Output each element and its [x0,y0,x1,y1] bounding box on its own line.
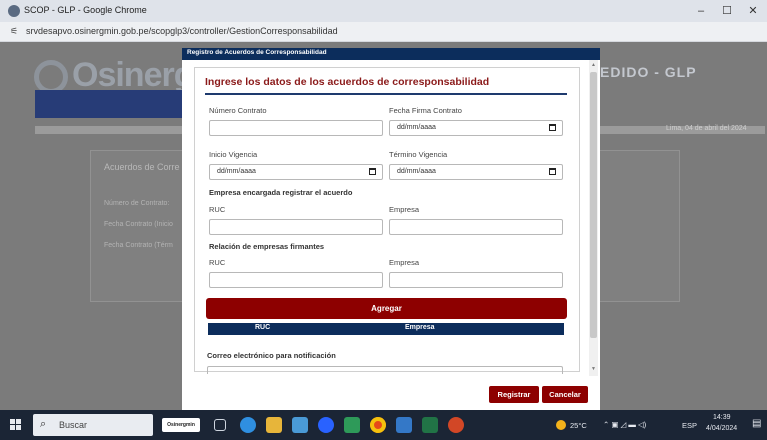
ruc-encargada-input[interactable] [209,219,383,235]
window-title: SCOP - GLP - Google Chrome [24,5,147,15]
tray-icons[interactable]: ⌃ ▣ ◿ ▬ ◁) [603,420,646,429]
address-bar[interactable]: ⚟ srvdesapvo.osinergmin.gob.pe/scopglp3/… [0,22,767,42]
task-view-icon[interactable] [214,419,226,431]
maximize-button[interactable]: ☐ [714,3,740,19]
background-label: Fecha Contrato (Térm [104,242,173,249]
ruc-label: RUC [209,205,226,214]
weather-icon[interactable] [556,420,566,430]
relacion-empresas-heading: Relación de empresas firmantes [209,242,325,251]
ruc-label: RUC [209,258,226,267]
app-icon[interactable] [318,417,334,433]
background-card-title: Acuerdos de Corre [104,162,180,172]
background-date: Lima, 04 de abril del 2024 [666,125,747,132]
edge-browser-icon[interactable] [240,417,256,433]
background-blue-banner [35,90,190,118]
temperature-text[interactable]: 25°C [570,421,587,430]
search-placeholder: Buscar [59,420,88,430]
language-indicator[interactable]: ESP [682,421,697,430]
fecha-firma-placeholder: dd/mm/aaaa [397,124,436,131]
termino-vigencia-label: Término Vigencia [389,150,448,159]
termino-vigencia-placeholder: dd/mm/aaaa [397,168,436,175]
osinergmin-taskbar-app[interactable]: Osinergmin [162,418,200,432]
inicio-vigencia-date-input[interactable]: dd/mm/aaaa [209,164,383,180]
table-header-empresa: Empresa [405,324,435,331]
empresa-encargada-input[interactable] [389,219,563,235]
file-explorer-icon[interactable] [266,417,282,433]
inicio-vigencia-label: Inicio Vigencia [209,150,258,159]
site-settings-icon[interactable]: ⚟ [10,26,18,37]
windows-start-icon[interactable] [10,419,22,431]
firmantes-table-header: RUC Empresa [208,323,564,335]
registrar-button[interactable]: Registrar [489,386,539,403]
email-input[interactable] [207,366,563,374]
modal-title: Registro de Acuerdos de Corresponsabilid… [187,49,327,56]
scroll-down-icon[interactable]: ▼ [590,366,597,372]
numero-contrato-label: Número Contrato [209,106,267,115]
scrollbar-thumb[interactable] [590,72,597,338]
title-divider [205,93,567,95]
cancelar-button[interactable]: Cancelar [542,386,588,403]
empresa-encargada-heading: Empresa encargada registrar el acuerdo [209,188,353,197]
clock-date[interactable]: 4/04/2024 [706,425,737,432]
fecha-firma-label: Fecha Firma Contrato [389,106,462,115]
taskbar-search-box[interactable]: ⌕ Buscar [33,414,153,436]
empresa-firmante-input[interactable] [389,272,563,288]
background-system-title: EDIDO - GLP [600,64,697,80]
url-text[interactable]: srvdesapvo.osinergmin.gob.pe/scopglp3/co… [26,26,338,36]
fecha-firma-date-input[interactable]: dd/mm/aaaa [389,120,563,136]
modal-header: Registro de Acuerdos de Corresponsabilid… [182,48,600,60]
agregar-button[interactable]: Agregar [206,298,567,319]
clock-time[interactable]: 14:39 [713,414,731,421]
chrome-icon[interactable] [370,417,386,433]
numero-contrato-input[interactable] [209,120,383,136]
outlook-icon[interactable] [396,417,412,433]
scroll-up-icon[interactable]: ▲ [590,62,597,68]
background-label: Número de Contrato: [104,200,170,207]
teams-icon[interactable] [292,417,308,433]
email-label: Correo electrónico para notificación [207,351,336,360]
excel-icon[interactable] [344,417,360,433]
background-label: Fecha Contrato (Inicio [104,221,173,228]
minimize-button[interactable]: – [688,3,714,19]
empresa-label: Empresa [389,258,420,267]
inicio-vigencia-placeholder: dd/mm/aaaa [217,168,256,175]
close-window-button[interactable]: ✕ [740,3,766,19]
osinergmin-logo-icon [34,60,68,94]
search-icon: ⌕ [40,418,47,430]
powerpoint-icon[interactable] [448,417,464,433]
excel-app-icon[interactable] [422,417,438,433]
calendar-icon[interactable] [549,124,556,131]
notifications-icon[interactable]: ▤ [752,418,761,429]
ruc-firmante-input[interactable] [209,272,383,288]
form-title: Ingrese los datos de los acuerdos de cor… [205,76,490,88]
table-header-ruc: RUC [255,324,271,331]
calendar-icon[interactable] [549,168,556,175]
site-favicon-icon [8,5,20,17]
termino-vigencia-date-input[interactable]: dd/mm/aaaa [389,164,563,180]
calendar-icon[interactable] [369,168,376,175]
empresa-label: Empresa [389,205,420,214]
browser-title-bar: SCOP - GLP - Google Chrome – ☐ ✕ [0,0,767,22]
